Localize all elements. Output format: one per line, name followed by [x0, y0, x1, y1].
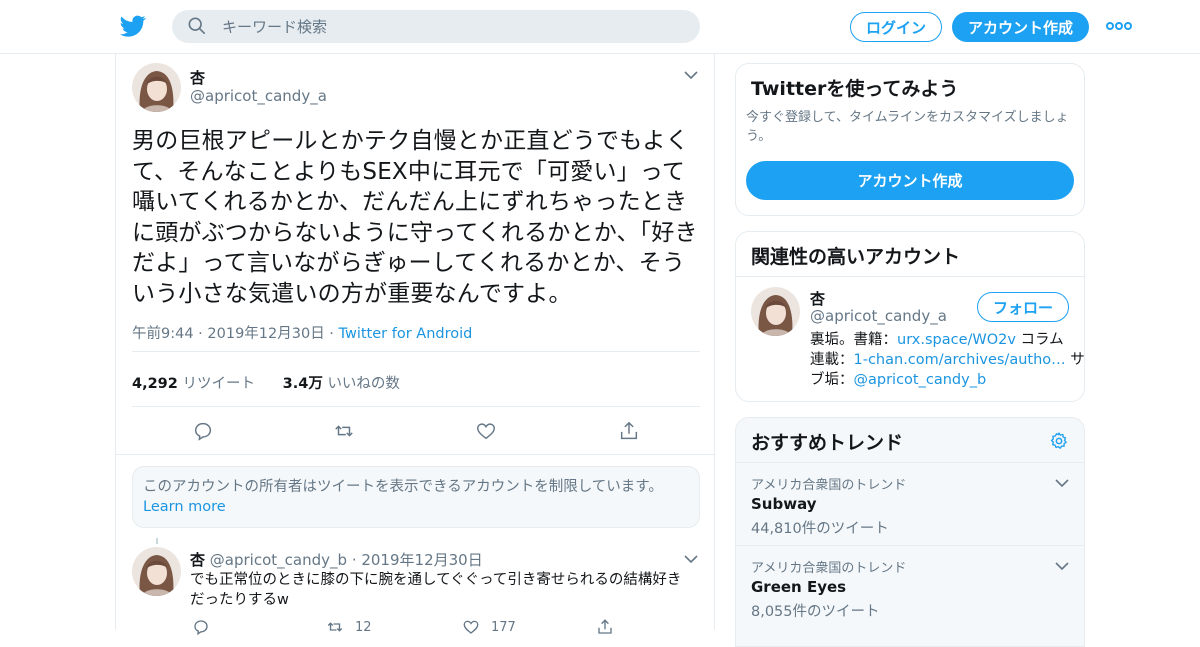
- trend-count: 8,055件のツイート: [751, 604, 880, 620]
- learn-more-link[interactable]: Learn more: [143, 499, 226, 515]
- related-accounts-card: 関連性の高いアカウント 杏 @apricot_candy_a フォロー 裏垢。書…: [735, 231, 1085, 402]
- signup-card-desc: 今すぐ登録して、タイムラインをカスタマイズしましょう。: [746, 110, 1069, 144]
- divider: [116, 454, 714, 455]
- related-handle[interactable]: @apricot_candy_a: [810, 307, 947, 325]
- avatar-image: [132, 547, 181, 596]
- reply-retweet-count: 12: [355, 620, 372, 635]
- more-icon[interactable]: [1106, 19, 1132, 33]
- related-name[interactable]: 杏: [810, 288, 825, 309]
- chevron-down-icon[interactable]: [1055, 561, 1069, 571]
- bio-link[interactable]: 1-chan.com/archives/autho…: [854, 352, 1066, 368]
- tweet-stats: 4,292 リツイート 3.4万 いいねの数: [132, 372, 400, 393]
- meta-separator: ·: [324, 326, 339, 342]
- related-title: 関連性の高いアカウント: [751, 246, 961, 268]
- signup-button[interactable]: アカウント作成: [952, 12, 1089, 42]
- divider: [736, 276, 1084, 277]
- reply-header: 杏 @apricot_candy_b · 2019年12月30日: [190, 549, 483, 570]
- retweet-stat[interactable]: 4,292 リツイート: [132, 376, 255, 392]
- main-timeline: 杏 @apricot_candy_a 男の巨根アピールとかテク自慢とか正直どうで…: [115, 54, 715, 636]
- withheld-text: このアカウントの所有者はツイートを表示できるアカウントを制限しています。: [143, 479, 663, 495]
- trends-title: おすすめトレンド: [751, 432, 904, 454]
- divider: [132, 351, 700, 352]
- reply-icon[interactable]: [192, 618, 210, 636]
- avatar[interactable]: [132, 547, 181, 596]
- bio-text: 連載：: [810, 352, 854, 368]
- like-icon[interactable]: [475, 420, 497, 442]
- tweet-author-handle[interactable]: @apricot_candy_a: [190, 87, 327, 105]
- avatar-image: [751, 287, 800, 336]
- chevron-down-icon[interactable]: [1055, 478, 1069, 488]
- avatar[interactable]: [751, 287, 800, 336]
- reply-icon[interactable]: [192, 420, 214, 442]
- chevron-down-icon[interactable]: [684, 554, 698, 564]
- reply-date[interactable]: · 2019年12月30日: [352, 551, 483, 569]
- trend-name[interactable]: Subway: [751, 495, 817, 513]
- retweet-count: 4,292: [132, 376, 178, 392]
- share-icon[interactable]: [596, 618, 614, 636]
- reply-text: でも正常位のときに膝の下に腕を通してぐぐって引き寄せられるの結構好きだったりする…: [190, 572, 682, 608]
- signup-card-button[interactable]: アカウント作成: [746, 161, 1074, 200]
- like-icon[interactable]: [462, 618, 480, 636]
- trends-card: おすすめトレンド アメリカ合衆国のトレンド Subway 44,810件のツイー…: [735, 417, 1085, 647]
- thread-line: [156, 538, 158, 544]
- tweet-source[interactable]: Twitter for Android: [339, 326, 473, 342]
- trend-item[interactable]: アメリカ合衆国のトレンド Green Eyes 8,055件のツイート: [736, 545, 1084, 628]
- login-button[interactable]: ログイン: [850, 12, 942, 42]
- withheld-notice: このアカウントの所有者はツイートを表示できるアカウントを制限しています。 Lea…: [132, 466, 700, 528]
- bio-mention-link[interactable]: @apricot_candy_b: [854, 372, 987, 388]
- twitter-bird-icon[interactable]: [120, 13, 146, 39]
- retweet-icon[interactable]: [333, 420, 355, 442]
- search-input[interactable]: [222, 10, 682, 43]
- tweet-timestamp[interactable]: 午前9:44 · 2019年12月30日: [132, 326, 325, 342]
- bio-link[interactable]: urx.space/WO2v: [897, 332, 1016, 348]
- bio-text: 裏垢。書籍：: [810, 332, 897, 348]
- trend-name[interactable]: Green Eyes: [751, 578, 846, 596]
- trend-item[interactable]: アメリカ合衆国のトレンド Subway 44,810件のツイート: [736, 462, 1084, 545]
- divider: [132, 406, 700, 407]
- signup-card: Twitterを使ってみよう 今すぐ登録して、タイムラインをカスタマイズしましょ…: [735, 63, 1085, 216]
- retweet-label: リツイート: [182, 376, 255, 392]
- reply-author-handle[interactable]: @apricot_candy_b: [210, 551, 347, 569]
- avatar-image: [132, 63, 181, 112]
- tweet-text: 男の巨根アピールとかテク自慢とか正直どうでもよくて、そんなことよりもSEX中に耳…: [132, 128, 698, 307]
- reply-like-count: 177: [491, 620, 516, 635]
- bio-text: ブ垢：: [810, 372, 854, 388]
- bio-text: サ: [1065, 352, 1085, 368]
- gear-icon[interactable]: [1049, 431, 1069, 451]
- signup-card-title: Twitterを使ってみよう: [751, 78, 959, 100]
- trend-count: 44,810件のツイート: [751, 521, 889, 537]
- like-label: いいねの数: [327, 376, 400, 392]
- related-bio: 裏垢。書籍：urx.space/WO2v コラム 連載：1-chan.com/a…: [810, 330, 1085, 390]
- bio-text: コラム: [1015, 332, 1064, 348]
- like-count: 3.4万: [282, 376, 323, 392]
- chevron-down-icon[interactable]: [684, 70, 698, 80]
- tweet-meta: 午前9:44 · 2019年12月30日 · Twitter for Andro…: [132, 322, 472, 343]
- follow-button[interactable]: フォロー: [977, 292, 1069, 322]
- tweet-author-name[interactable]: 杏: [190, 67, 205, 88]
- search-icon: [188, 17, 206, 35]
- retweet-icon[interactable]: [326, 618, 344, 636]
- like-stat[interactable]: 3.4万 いいねの数: [283, 376, 400, 392]
- trend-context: アメリカ合衆国のトレンド: [751, 478, 907, 493]
- search-bar[interactable]: [172, 10, 700, 43]
- trend-context: アメリカ合衆国のトレンド: [751, 561, 907, 576]
- avatar[interactable]: [132, 63, 181, 112]
- top-bar: ログイン アカウント作成: [0, 0, 1200, 54]
- share-icon[interactable]: [618, 420, 640, 442]
- reply-author-name[interactable]: 杏: [190, 551, 205, 569]
